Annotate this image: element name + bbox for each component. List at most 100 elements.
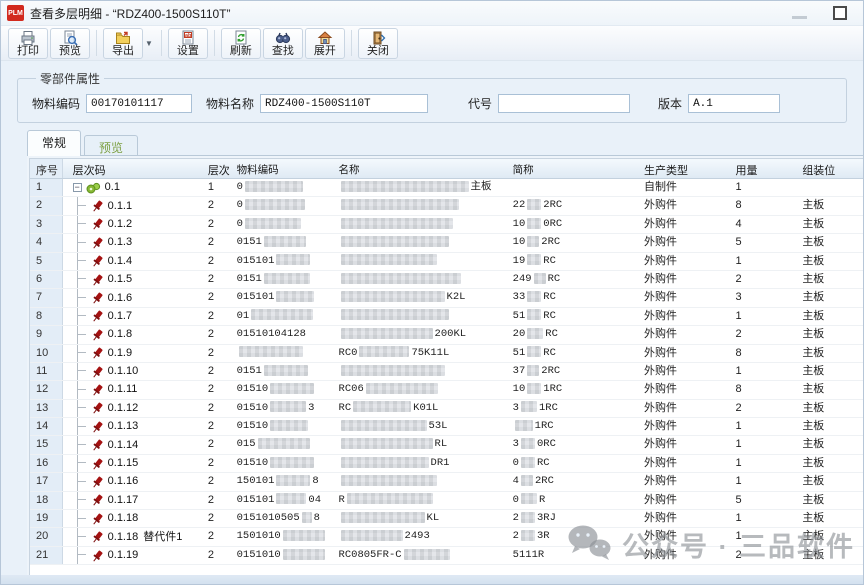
table-row[interactable]: 20.1.120222RC外购件8主板: [30, 197, 864, 215]
quantity-cell: 2: [730, 271, 797, 288]
header-level[interactable]: 层次: [202, 159, 231, 178]
material-code-cell: 015101: [231, 289, 333, 306]
row-number: 13: [30, 400, 63, 417]
table-row[interactable]: 90.1.8201510104128200KL20RC外购件2主板: [30, 326, 864, 344]
toolbar-separator: [161, 30, 162, 56]
row-number: 19: [30, 510, 63, 527]
production-type-cell: 外购件: [638, 381, 729, 398]
level-code-cell: 0.1.8: [63, 326, 202, 343]
level-code-cell: 0.1.10: [63, 363, 202, 380]
print-button[interactable]: 打印: [8, 28, 48, 59]
designation-field[interactable]: [498, 94, 630, 113]
table-row[interactable]: 160.1.15201510DR10RC外购件1主板: [30, 455, 864, 473]
version-label: 版本: [658, 95, 682, 112]
table-header-row: 序号 层次码 层次 物料编码 名称 简称 生产类型 用量 组装位: [30, 159, 864, 179]
expand-collapse-toggle[interactable]: −: [73, 183, 82, 192]
toolbar-separator: [96, 30, 97, 56]
level-cell: 2: [202, 197, 231, 214]
production-type-cell: 外购件: [638, 400, 729, 417]
version-field[interactable]: [688, 94, 780, 113]
visible-text: RC: [543, 310, 556, 322]
header-material-code[interactable]: 物料编码: [231, 159, 333, 178]
table-row[interactable]: 110.1.1020151372RC外购件1主板: [30, 363, 864, 381]
visible-text: 53L: [429, 420, 448, 432]
name-cell: RC075K11L: [333, 345, 507, 362]
header-production-type[interactable]: 生产类型: [638, 159, 729, 178]
visible-text: 8: [314, 512, 320, 524]
row-number: 20: [30, 528, 63, 545]
name-cell: [333, 473, 507, 490]
level-code-cell: 0.1.11: [63, 381, 202, 398]
minimize-button[interactable]: [792, 16, 807, 19]
table-row[interactable]: 200.1.18替代件121501010249323R外购件1主板: [30, 528, 864, 546]
quantity-cell: 1: [730, 363, 797, 380]
close-button[interactable]: 关闭: [358, 28, 398, 59]
table-row[interactable]: 70.1.62015101K2L33RC外购件3主板: [30, 289, 864, 307]
censored-text: [270, 401, 306, 412]
table-row[interactable]: 140.1.1320151053L1RC外购件1主板: [30, 418, 864, 436]
visible-text: 2RC: [535, 475, 554, 487]
level-code-cell: 0.1.17: [63, 492, 202, 509]
level-code-cell: 0.1.18替代件1: [63, 528, 202, 545]
table-row[interactable]: 130.1.122015103RCK01L31RC外购件2主板: [30, 400, 864, 418]
censored-text: [341, 365, 445, 376]
tab-general[interactable]: 常规: [27, 130, 81, 156]
visible-text: 015101: [237, 291, 275, 303]
table-row[interactable]: 1−0.110主板自制件1: [30, 179, 864, 197]
assembly-position-cell: 主板: [796, 363, 864, 380]
export-dropdown-caret[interactable]: ▼: [145, 39, 153, 48]
table-row[interactable]: 40.1.320151102RC外购件5主板: [30, 234, 864, 252]
table-row[interactable]: 30.1.220100RC外购件4主板: [30, 216, 864, 234]
table-row[interactable]: 180.1.17201510104R0R外购件5主板: [30, 492, 864, 510]
table-row[interactable]: 190.1.18201510105058KL23RJ外购件1主板: [30, 510, 864, 528]
visible-text: 37: [513, 365, 526, 377]
row-number: 9: [30, 326, 63, 343]
header-abbreviation[interactable]: 简称: [507, 159, 638, 178]
table-row[interactable]: 50.1.4201510119RC外购件1主板: [30, 253, 864, 271]
header-quantity[interactable]: 用量: [730, 159, 797, 178]
assembly-position-cell: 主板: [796, 473, 864, 490]
settings-button[interactable]: ab 设置: [168, 28, 208, 59]
material-name-field[interactable]: [260, 94, 428, 113]
censored-text: [527, 199, 541, 210]
material-code-cell: 1501018: [231, 473, 333, 490]
table-row[interactable]: 60.1.520151249RC外购件2主板: [30, 271, 864, 289]
level-code-text: 0.1.18: [108, 529, 139, 546]
maximize-button[interactable]: [833, 6, 847, 20]
assembly-position-cell: 主板: [796, 455, 864, 472]
level-code-cell: 0.1.13: [63, 418, 202, 435]
censored-text: [341, 420, 427, 431]
assembly-position-cell: 主板: [796, 326, 864, 343]
level-code-text: 0.1.10: [108, 363, 139, 380]
tree-line: [77, 528, 90, 545]
header-name[interactable]: 名称: [333, 159, 507, 178]
visible-text: 3: [513, 438, 519, 450]
table-row[interactable]: 150.1.142015RL30RC外购件1主板: [30, 436, 864, 454]
material-code-field[interactable]: [86, 94, 192, 113]
header-seq[interactable]: 序号: [30, 159, 63, 178]
part-pin-icon: [91, 365, 104, 379]
header-level-code[interactable]: 层次码: [63, 159, 202, 178]
table-row[interactable]: 120.1.11201510RC06101RC外购件8主板: [30, 381, 864, 399]
toolbar-separator: [351, 30, 352, 56]
visible-text: 01510104128: [237, 328, 306, 340]
part-pin-icon: [91, 512, 104, 526]
censored-text: [527, 236, 539, 247]
table-row[interactable]: 210.1.1920151010RC0805FR-C5111R外购件2主板: [30, 547, 864, 565]
find-button[interactable]: 查找: [263, 28, 303, 59]
table-row[interactable]: 100.1.92RC075K11L51RC外购件8主板: [30, 345, 864, 363]
preview-button[interactable]: 预览: [50, 28, 90, 59]
tab-preview[interactable]: 预览: [84, 135, 138, 155]
level-code-cell: 0.1.18: [63, 510, 202, 527]
table-row[interactable]: 80.1.720151RC外购件1主板: [30, 308, 864, 326]
production-type-cell: 外购件: [638, 510, 729, 527]
header-assembly-position[interactable]: 组装位: [796, 159, 864, 178]
level-cell: 2: [202, 455, 231, 472]
expand-button[interactable]: 展开: [305, 28, 345, 59]
part-pin-icon: [91, 328, 104, 342]
table-row[interactable]: 170.1.162150101842RC外购件1主板: [30, 473, 864, 491]
export-button[interactable]: 导出: [103, 28, 143, 59]
printer-icon: [20, 30, 36, 45]
refresh-button[interactable]: 刷新: [221, 28, 261, 59]
visible-text: KL: [427, 512, 440, 524]
